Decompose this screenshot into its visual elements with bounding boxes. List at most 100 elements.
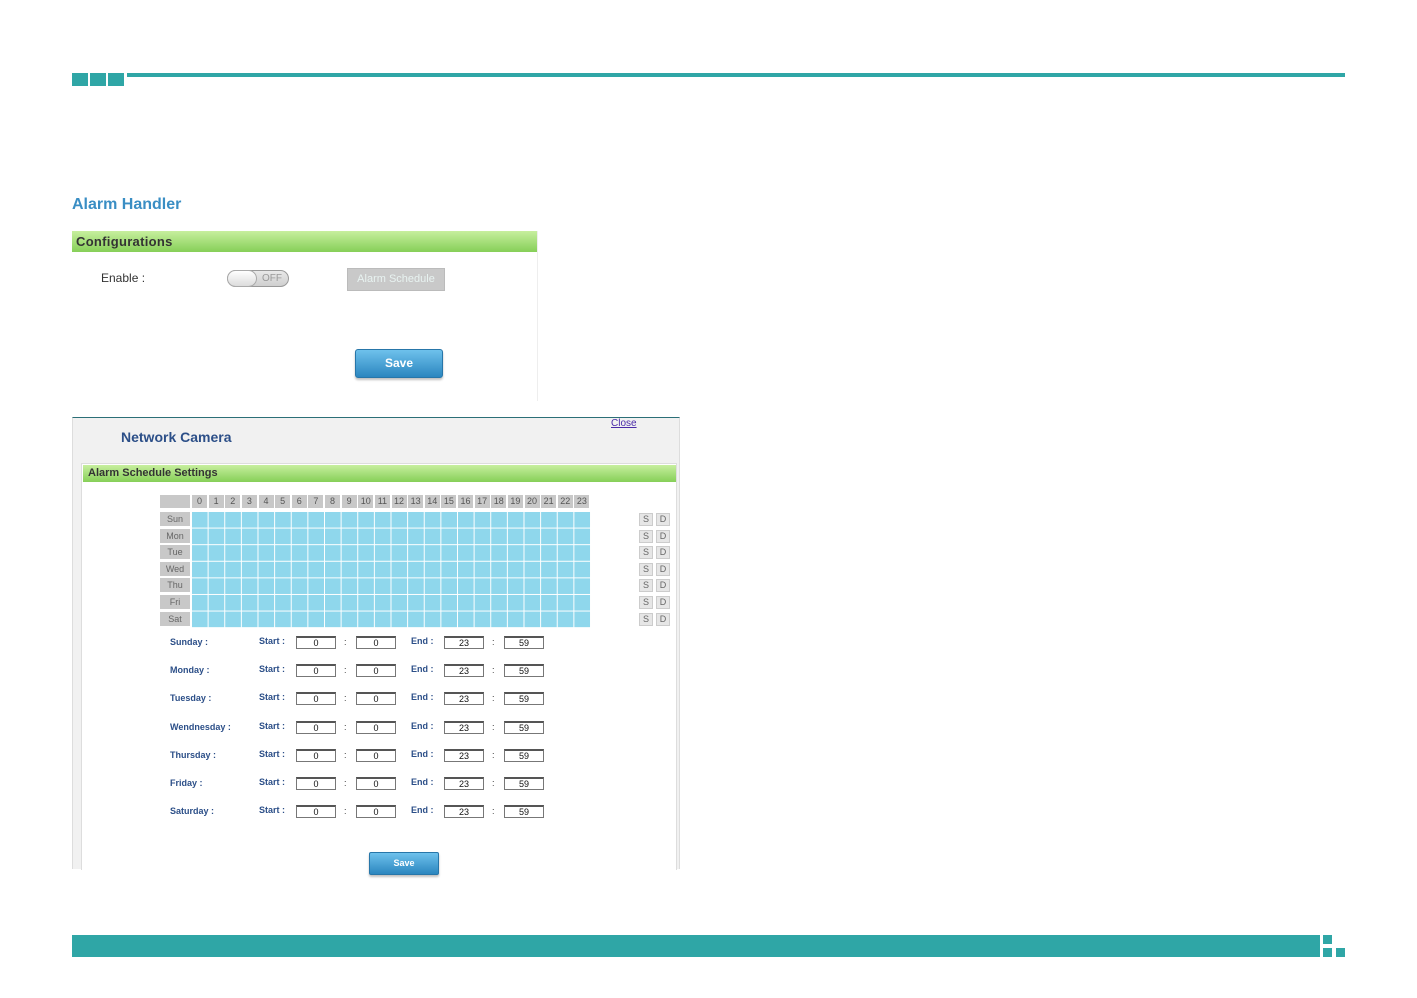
schedule-grid[interactable] [192, 512, 591, 628]
start-minute-input[interactable]: 0 [356, 636, 396, 649]
hour-header-cell[interactable]: 18 [491, 495, 507, 508]
day-header-cell[interactable]: Fri [160, 595, 190, 609]
hour-header-cell[interactable]: 12 [391, 495, 407, 508]
end-minute-input[interactable]: 59 [504, 692, 544, 706]
end-hour-input[interactable]: 23 [444, 664, 484, 678]
day-header-cell[interactable]: Mon [160, 528, 190, 543]
end-hour-input[interactable]: 23 [444, 720, 484, 734]
schedule-save-button[interactable]: Save [369, 852, 439, 875]
close-link[interactable]: Close [611, 418, 637, 429]
start-minute-input[interactable]: 0 [356, 748, 396, 762]
end-minute-input[interactable]: 59 [504, 636, 544, 649]
deselect-day-button[interactable]: D [656, 612, 670, 626]
day-header-cell[interactable]: Sun [160, 512, 190, 526]
start-minute-input[interactable]: 0 [356, 664, 396, 678]
start-label: Start : [259, 664, 286, 675]
hour-header-cell[interactable]: 19 [507, 495, 523, 508]
select-day-button[interactable]: S [639, 529, 653, 543]
deselect-day-button[interactable]: D [656, 579, 670, 593]
page-title: Alarm Handler [72, 196, 182, 213]
footer-square-1 [1323, 935, 1332, 944]
footer-bar [72, 935, 1320, 957]
day-row-label: Tuesday : [170, 693, 212, 704]
hour-header-cell[interactable]: 10 [358, 495, 374, 508]
end-minute-input[interactable]: 59 [504, 748, 544, 762]
hour-header-cell[interactable]: 3 [241, 495, 257, 508]
hour-header-cell[interactable]: 1 [208, 495, 224, 508]
hour-header-cell[interactable]: 8 [325, 495, 340, 508]
time-colon: : [344, 693, 347, 704]
start-hour-input[interactable]: 0 [296, 636, 336, 649]
select-day-button[interactable]: S [639, 562, 653, 576]
end-label: End : [411, 664, 434, 675]
header-square-2 [90, 73, 106, 86]
hour-header-cell[interactable]: 9 [341, 495, 357, 508]
start-hour-input[interactable]: 0 [296, 720, 336, 734]
day-row-label: Monday : [170, 665, 210, 676]
deselect-day-button[interactable]: D [656, 546, 670, 560]
hour-header-cell[interactable]: 21 [541, 495, 557, 508]
day-row-label: Thursday : [170, 749, 217, 760]
end-label: End : [411, 692, 434, 703]
day-row-label: Sunday : [170, 637, 209, 647]
end-minute-input[interactable]: 59 [504, 805, 544, 819]
day-header-cell[interactable]: Thu [160, 578, 190, 593]
end-hour-input[interactable]: 23 [444, 692, 484, 706]
hour-header-cell[interactable]: 15 [441, 495, 457, 508]
start-minute-input[interactable]: 0 [356, 692, 396, 706]
day-row-label: Wendnesday : [170, 721, 231, 732]
header-rule [127, 73, 1345, 77]
hour-header-cell[interactable]: 5 [275, 495, 291, 508]
select-day-button[interactable]: S [639, 546, 653, 560]
hour-header-cell[interactable]: 7 [308, 495, 324, 508]
end-hour-input[interactable]: 23 [444, 748, 484, 762]
hour-header-cell[interactable]: 17 [474, 495, 490, 508]
start-hour-input[interactable]: 0 [296, 805, 336, 819]
schedule-settings-header: Alarm Schedule Settings [83, 465, 676, 482]
select-day-button[interactable]: S [639, 596, 653, 609]
end-minute-input[interactable]: 59 [504, 777, 544, 790]
deselect-day-button[interactable]: D [656, 562, 670, 576]
end-hour-input[interactable]: 23 [444, 777, 484, 790]
hour-header-cell[interactable]: 2 [225, 495, 241, 508]
select-day-button[interactable]: S [639, 513, 653, 526]
start-minute-input[interactable]: 0 [356, 805, 396, 819]
day-header-cell[interactable]: Sat [160, 611, 190, 626]
start-hour-input[interactable]: 0 [296, 777, 336, 790]
deselect-day-button[interactable]: D [656, 529, 670, 543]
start-minute-input[interactable]: 0 [356, 720, 396, 734]
select-day-button[interactable]: S [639, 612, 653, 626]
start-minute-input[interactable]: 0 [356, 777, 396, 790]
deselect-day-button[interactable]: D [656, 513, 670, 526]
alarm-schedule-button[interactable]: Alarm Schedule [347, 268, 445, 291]
start-hour-input[interactable]: 0 [296, 692, 336, 706]
start-hour-input[interactable]: 0 [296, 664, 336, 678]
day-row-label: Friday : [170, 778, 203, 788]
hour-header-cell[interactable]: 13 [408, 495, 424, 508]
toggle-state-text: OFF [262, 273, 282, 284]
end-label: End : [411, 636, 434, 646]
time-colon: : [492, 637, 495, 647]
save-button[interactable]: Save [355, 349, 443, 378]
end-hour-input[interactable]: 23 [444, 636, 484, 649]
enable-toggle[interactable]: OFF [227, 270, 289, 287]
day-header-cell[interactable]: Tue [160, 545, 190, 560]
start-hour-input[interactable]: 0 [296, 748, 336, 762]
end-label: End : [411, 777, 434, 787]
hour-header-cell[interactable]: 20 [524, 495, 540, 508]
hour-header-cell[interactable]: 16 [458, 495, 473, 508]
hour-header-cell[interactable]: 6 [291, 495, 307, 508]
day-header-cell[interactable]: Wed [160, 561, 190, 576]
select-day-button[interactable]: S [639, 579, 653, 593]
deselect-day-button[interactable]: D [656, 596, 670, 609]
hour-header-cell[interactable]: 0 [192, 495, 207, 508]
end-minute-input[interactable]: 59 [504, 664, 544, 678]
end-hour-input[interactable]: 23 [444, 805, 484, 819]
hour-header-cell[interactable]: 4 [258, 495, 274, 508]
hour-header-cell[interactable]: 11 [374, 495, 390, 508]
hour-header-cell[interactable]: 22 [557, 495, 573, 508]
footer-square-3 [1336, 948, 1345, 957]
hour-header-cell[interactable]: 14 [424, 495, 440, 508]
end-minute-input[interactable]: 59 [504, 720, 544, 734]
hour-header-cell[interactable]: 23 [574, 495, 590, 508]
